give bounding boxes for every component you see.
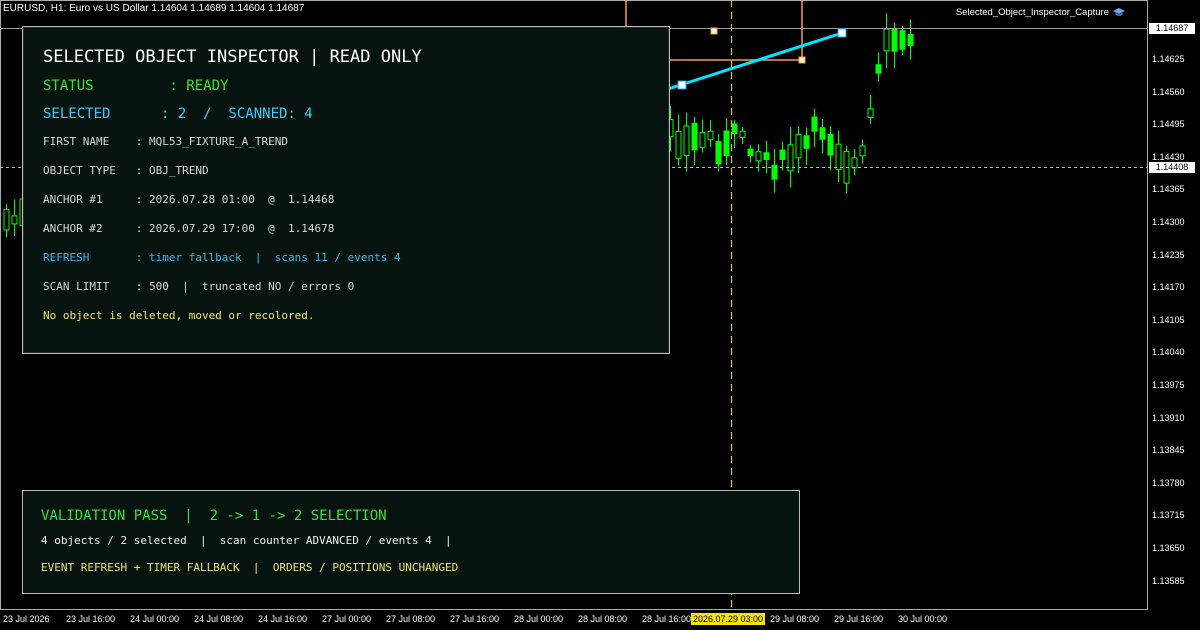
candle-body [715,141,722,165]
inspector-selected-count: SELECTED : 2 / SCANNED: 4 [43,106,313,122]
time-axis-label: 29 Jul 08:00 [770,614,820,624]
candle-body [859,145,866,157]
rectangle-handle-top[interactable] [710,27,718,35]
validation-checks: EVENT REFRESH + TIMER FALLBACK | ORDERS … [41,561,459,574]
inspector-object-type: OBJECT TYPE : OBJ_TREND [43,164,209,177]
price-axis-label: 1.14040 [1152,347,1185,358]
candle-body [739,130,746,138]
time-axis-label: 28 Jul 16:00 [642,614,692,624]
candle-body [683,125,690,157]
time-axis-label: 24 Jul 00:00 [130,614,180,624]
candle-body [803,135,810,149]
price-axis-label: 1.14300 [1152,217,1185,227]
validation-summary: 4 objects / 2 selected | scan counter AD… [41,534,452,547]
capture-indicator-label: Selected_Object_Inspector_Capture [956,7,1125,18]
candle-body [779,149,786,160]
candle-body [11,215,18,225]
time-axis-label: 24 Jul 08:00 [194,614,244,624]
candle-body [747,148,754,156]
symbol-title: EURUSD, H1: Euro vs US Dollar 1.14604 1.… [3,3,305,14]
crosshair-price-tag: 1.14408 [1149,162,1195,173]
candle-body [851,157,858,169]
trendline-object [667,31,843,91]
candle-body [699,131,706,148]
price-axis-label: 1.13715 [1152,510,1185,521]
price-axis-label: 1.14365 [1152,184,1185,195]
candle-body [835,143,842,171]
candle-body [883,28,890,52]
candle-body [899,30,906,50]
rectangle-handle-bottom[interactable] [798,56,806,64]
inspector-status: STATUS : READY [43,78,229,94]
candle-body [731,123,738,135]
validation-panel: VALIDATION PASS | 2 -> 1 -> 2 SELECTION … [22,490,800,594]
time-axis-label: 27 Jul 08:00 [386,614,436,624]
graduation-cap-icon [1113,7,1125,16]
price-axis-label: 1.13780 [1152,477,1185,488]
price-axis-label: 1.13845 [1152,445,1185,456]
price-axis-label: 1.13910 [1152,412,1185,423]
time-axis-label: 29 Jul 16:00 [834,614,884,624]
inspector-anchor-1: ANCHOR #1 : 2026.07.28 01:00 @ 1.14468 [43,193,335,206]
time-axis-highlight: 2026.07.29 03:00 [691,613,766,625]
candle-body [891,28,898,52]
trendline-anchor-handle-1[interactable] [677,80,687,90]
candle-body [811,116,818,132]
time-axis-label: 27 Jul 00:00 [322,614,372,624]
candle-body [691,122,698,151]
price-axis-label: 1.13975 [1152,380,1185,390]
price-axis-label: 1.13650 [1152,543,1185,553]
price-axis-label: 1.13585 [1152,575,1185,586]
candle-body [795,133,802,159]
time-axis-label: 27 Jul 16:00 [450,614,500,624]
inspector-refresh: REFRESH : timer fallback | scans 11 / ev… [43,251,401,264]
time-axis-label: 28 Jul 00:00 [514,614,564,624]
capture-label-text: Selected_Object_Inspector_Capture [955,7,1109,18]
price-axis-label: 1.14430 [1152,151,1185,162]
price-axis-label: 1.14560 [1152,86,1185,97]
inspector-title: SELECTED OBJECT INSPECTOR | READ ONLY [43,47,422,67]
time-axis-label: 28 Jul 08:00 [578,614,628,624]
candle-body [707,130,714,141]
candle-body [875,64,882,74]
price-axis-label: 1.14105 [1152,314,1185,325]
price-axis-label: 1.14495 [1152,119,1185,130]
candle-body [723,130,730,157]
time-axis-label: 23 Jul 16:00 [66,614,116,624]
inspector-anchor-2: ANCHOR #2 : 2026.07.29 17:00 @ 1.14678 [43,222,335,235]
candle-body [827,134,834,156]
candle-body [763,152,770,160]
current-price-tag: 1.14687 [1149,23,1195,34]
time-axis-label: 30 Jul 00:00 [898,614,948,624]
candle-body [675,131,682,159]
inspector-scan-limit: SCAN LIMIT : 500 | truncated NO / errors… [43,280,355,293]
price-axis-label: 1.14235 [1152,249,1185,260]
validation-title: VALIDATION PASS | 2 -> 1 -> 2 SELECTION [41,508,387,524]
candle-body [907,33,914,47]
inspector-first-name: FIRST NAME : MQL53_FIXTURE_A_TREND [43,135,289,148]
time-axis-label: 23 Jul 2026 [3,614,50,624]
selected-object-inspector-panel: SELECTED OBJECT INSPECTOR | READ ONLY ST… [22,26,670,354]
candle-body [819,127,826,140]
candle-body [3,208,10,231]
trendline-anchor-handle-2[interactable] [837,28,847,38]
price-axis[interactable]: 1.14687 1.14408 1.14625 1.14560 1.14495 1.1… [1148,0,1200,610]
price-axis-label: 1.14170 [1152,282,1185,293]
candle-body [755,151,762,162]
inspector-note: No object is deleted, moved or recolored… [43,309,315,322]
candle-body [787,144,794,172]
candle-body [867,108,874,118]
price-axis-label: 1.14625 [1152,54,1185,64]
time-axis-label: 24 Jul 16:00 [258,614,308,624]
